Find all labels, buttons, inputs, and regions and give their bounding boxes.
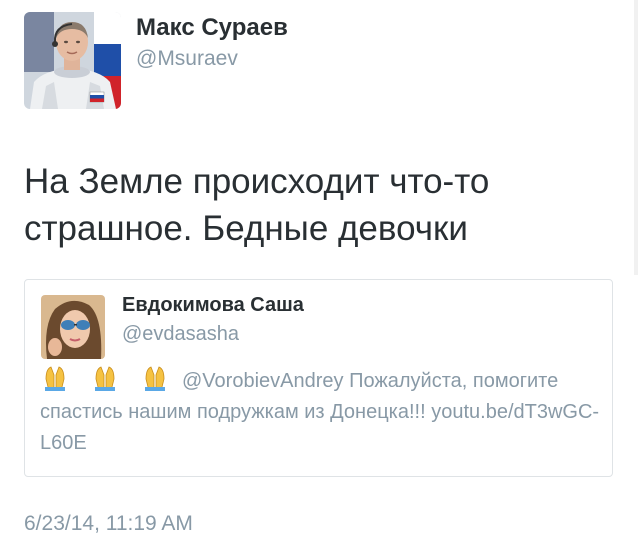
mention-link[interactable]: @VorobievAndrey: [182, 370, 344, 392]
folded-hands-icon: [140, 365, 170, 392]
folded-hands-icon: [40, 365, 70, 392]
quoted-tweet-text: @VorobievAndrey Пожалуйста, помогите спа…: [40, 365, 600, 459]
author-handle[interactable]: @Msuraev: [136, 47, 238, 71]
quoted-tweet-card[interactable]: Евдокимова Саша @evdasasha @VorobievAndr…: [24, 279, 613, 477]
girl-sunglasses-avatar-image: [41, 295, 105, 359]
quoted-author-name[interactable]: Евдокимова Саша: [122, 294, 304, 317]
folded-hands-icon: [90, 365, 120, 392]
scrollbar[interactable]: [634, 0, 638, 275]
author-name[interactable]: Макс Сураев: [136, 14, 288, 42]
quoted-author-avatar[interactable]: [41, 295, 105, 359]
astronaut-avatar-image: [24, 12, 121, 109]
author-avatar[interactable]: [24, 12, 121, 109]
quoted-author-handle[interactable]: @evdasasha: [122, 323, 239, 346]
tweet-timestamp[interactable]: 6/23/14, 11:19 AM: [24, 512, 193, 536]
tweet-text: На Земле происходит что-то страшное. Бед…: [24, 162, 490, 248]
